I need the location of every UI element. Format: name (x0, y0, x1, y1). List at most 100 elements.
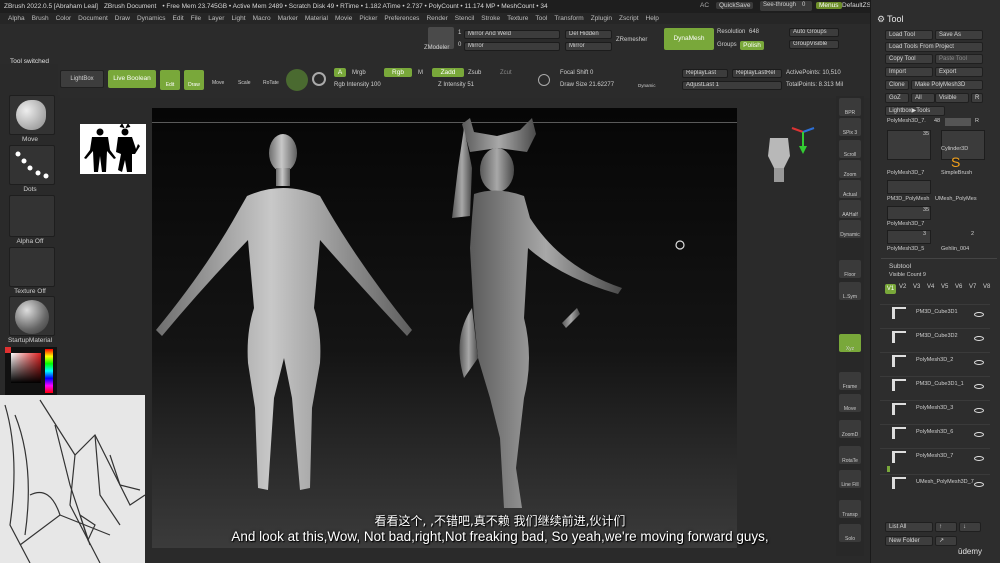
eye-icon[interactable] (974, 384, 984, 389)
version-v4[interactable]: V4 (927, 284, 938, 294)
shelf-zoom[interactable]: Zoom (839, 160, 861, 178)
rgb-intensity-slider[interactable]: Rgb Intensity 100 (334, 82, 381, 88)
version-v7[interactable]: V7 (969, 284, 980, 294)
version-v6[interactable]: V6 (955, 284, 966, 294)
color-square[interactable] (11, 353, 41, 383)
dynamesh-button[interactable]: DynaMesh (664, 28, 714, 50)
main-color-swatch[interactable] (5, 347, 11, 353)
dynamic-toggle[interactable]: Dynamic (638, 83, 656, 88)
menu-marker[interactable]: Marker (278, 15, 298, 22)
menu-preferences[interactable]: Preferences (384, 15, 419, 22)
m-button[interactable]: M (418, 70, 423, 76)
hue-strip[interactable] (45, 349, 53, 393)
tool-slider[interactable] (945, 118, 971, 126)
move-button[interactable]: Move (212, 80, 224, 86)
gear-icon[interactable]: ⚙ (877, 14, 885, 25)
axis-gizmo[interactable] (788, 118, 818, 158)
subtool-row[interactable]: PolyMesh3D_6 (880, 424, 990, 442)
paste-tool-button[interactable]: Paste Tool (935, 54, 983, 64)
subtool-row[interactable]: PM3D_Cube3D2 (880, 328, 990, 346)
eye-icon[interactable] (974, 360, 984, 365)
shelf-spix-3[interactable]: SPix 3 (839, 118, 861, 136)
menu-movie[interactable]: Movie (335, 15, 352, 22)
menu-material[interactable]: Material (305, 15, 328, 22)
menu-stencil[interactable]: Stencil (455, 15, 475, 22)
scale-button[interactable]: Scale (238, 80, 251, 86)
menu-layer[interactable]: Layer (208, 15, 224, 22)
menu-render[interactable]: Render (426, 15, 447, 22)
menu-dynamics[interactable]: Dynamics (137, 15, 166, 22)
replay-last-rel-button[interactable]: ReplayLastRel (732, 69, 782, 78)
visible-count[interactable]: Visible Count 9 (889, 272, 926, 278)
shelf-move[interactable]: Move (839, 394, 861, 412)
save-as-button[interactable]: Save As (935, 30, 983, 40)
eye-icon[interactable] (974, 336, 984, 341)
alpha-tile[interactable] (9, 195, 55, 237)
replay-last-button[interactable]: ReplayLast (682, 69, 728, 78)
color-sphere-icon[interactable] (312, 72, 326, 86)
rotate-button[interactable]: RoTate (263, 80, 279, 86)
shelf-actual[interactable]: Actual (839, 180, 861, 198)
resolution-value[interactable]: 648 (749, 29, 759, 35)
subtool-row[interactable]: PolyMesh3D_7 (880, 448, 990, 466)
zcut-button[interactable]: Zcut (500, 70, 512, 76)
shelf-aahalf[interactable]: AAHalf (839, 200, 861, 218)
texture-tile[interactable] (9, 247, 55, 287)
menu-picker[interactable]: Picker (359, 15, 377, 22)
brush-icon[interactable] (538, 74, 550, 86)
move-brush-tile[interactable] (9, 95, 55, 135)
draw-size-slider[interactable]: Draw Size 21.62277 (560, 82, 614, 88)
dots-stroke-tile[interactable] (9, 145, 55, 185)
shelf-rotate[interactable]: RotaTe (839, 446, 861, 464)
shelf-floor[interactable]: Floor (839, 260, 861, 278)
export-button[interactable]: Export (935, 67, 983, 77)
version-v2[interactable]: V2 (899, 284, 910, 294)
mirror2-button[interactable]: Mirror (565, 42, 612, 51)
zremesher-button[interactable]: ZRemesher (616, 37, 647, 43)
menu-brush[interactable]: Brush (32, 15, 49, 22)
a-button[interactable]: A (334, 68, 346, 77)
tool-thumb-2[interactable] (941, 130, 985, 160)
visible-button[interactable]: Visible (935, 93, 969, 103)
menu-transform[interactable]: Transform (554, 15, 583, 22)
shelf-line-fill-polyf[interactable]: Line Fill PolyF (839, 470, 861, 518)
clone-button[interactable]: Clone (885, 80, 909, 90)
rgb-button[interactable]: Rgb (384, 68, 412, 77)
subtool-row[interactable]: PM3D_Cube3D1 (880, 304, 990, 322)
polish-button[interactable]: Polish (740, 41, 764, 50)
shelf-dynamic-persp[interactable]: Dynamic Persp (839, 220, 861, 268)
shelf-xyz[interactable]: Xyz (839, 334, 861, 352)
lightbox-tools-button[interactable]: Lightbox▶Tools (885, 106, 945, 116)
menu-light[interactable]: Light (231, 15, 245, 22)
menu-texture[interactable]: Texture (507, 15, 528, 22)
menu-help[interactable]: Help (646, 15, 659, 22)
version-v3[interactable]: V3 (913, 284, 924, 294)
version-v1[interactable]: V1 (885, 284, 896, 294)
subtool-row[interactable]: UMesh_PolyMesh3D_7 (880, 474, 990, 492)
shelf-zoomd[interactable]: ZoomD (839, 420, 861, 438)
adjust-last-slider[interactable]: AdjustLast 1 (682, 81, 782, 90)
lightbox-button[interactable]: LightBox (60, 70, 104, 88)
mrgb-button[interactable]: Mrgb (352, 70, 366, 76)
live-boolean-button[interactable]: Live Boolean (108, 70, 156, 88)
menus-button[interactable]: Menus (816, 2, 842, 9)
eye-icon[interactable] (974, 312, 984, 317)
groups-label[interactable]: Groups (717, 42, 737, 48)
see-through-slider[interactable]: See-through 0 (760, 1, 812, 11)
auto-groups-button[interactable]: Auto Groups (789, 28, 839, 37)
current-tool-name[interactable]: PolyMesh3D_7. (887, 118, 926, 124)
r-button[interactable]: R (971, 93, 983, 103)
menu-zscript[interactable]: Zscript (619, 15, 639, 22)
subtool-row[interactable]: PolyMesh3D_3 (880, 400, 990, 418)
r2-button[interactable]: R (975, 118, 979, 124)
eye-icon[interactable] (974, 482, 984, 487)
menu-file[interactable]: File (191, 15, 201, 22)
zadd-button[interactable]: Zadd (432, 68, 464, 77)
load-tools-from-project-button[interactable]: Load Tools From Project (885, 42, 983, 52)
shelf-bpr[interactable]: BPR (839, 98, 861, 116)
eye-icon[interactable] (974, 456, 984, 461)
mirror-button[interactable]: Mirror (464, 42, 560, 51)
eye-icon[interactable] (974, 432, 984, 437)
viewport-canvas[interactable] (152, 108, 737, 548)
import-button[interactable]: Import (885, 67, 933, 77)
